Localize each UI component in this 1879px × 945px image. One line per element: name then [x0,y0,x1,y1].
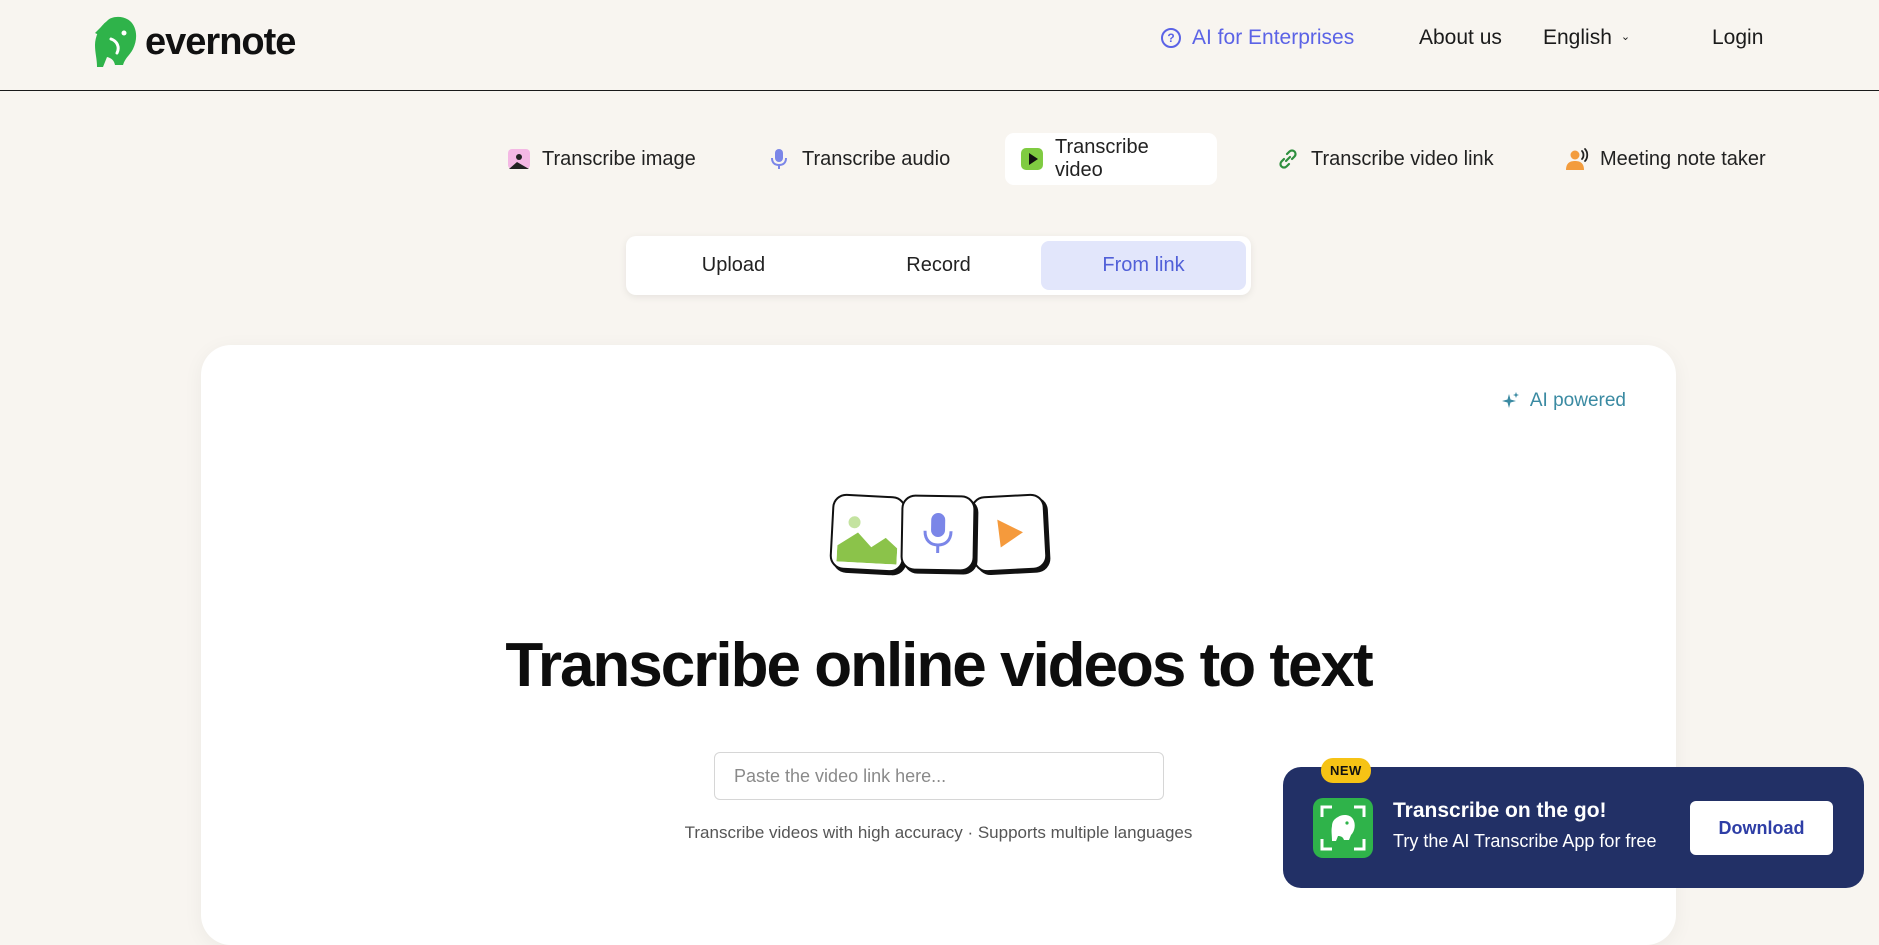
tab-label: Transcribe audio [802,148,950,171]
promo-title: Transcribe on the go! [1393,799,1607,823]
tab-label: Transcribe video [1055,136,1202,182]
ai-for-enterprises-link[interactable]: ? AI for Enterprises [1161,26,1354,50]
about-us-link[interactable]: About us [1419,26,1502,50]
evernote-logo[interactable]: evernote [93,15,295,69]
tab-label: Transcribe video link [1311,148,1494,171]
ai-enterprises-label: AI for Enterprises [1192,26,1354,50]
microphone-icon [767,147,791,171]
image-icon [507,147,531,171]
microphone-tile-icon [900,494,975,571]
top-header: evernote ? AI for Enterprises About us E… [0,0,1879,91]
chevron-down-icon: ⌄ [1621,30,1630,43]
tab-transcribe-video-link[interactable]: Transcribe video link [1261,133,1509,185]
download-button[interactable]: Download [1690,801,1833,855]
source-segmented-control: Upload Record From link [626,236,1251,295]
promo-subtitle: Try the AI Transcribe App for free [1393,831,1656,852]
video-play-icon [1020,147,1044,171]
language-selector[interactable]: English ⌄ [1543,26,1630,50]
login-link[interactable]: Login [1712,26,1763,50]
transcribe-app-icon [1313,798,1373,858]
tab-label: Meeting note taker [1600,148,1766,171]
video-link-input[interactable] [714,752,1164,800]
login-label: Login [1712,26,1763,50]
tab-label: Transcribe image [542,148,696,171]
tab-transcribe-image[interactable]: Transcribe image [492,133,711,185]
about-us-label: About us [1419,26,1502,50]
page-title: Transcribe online videos to text [201,630,1676,701]
app-promo-banner[interactable]: NEW Transcribe on the go! Try the AI Tra… [1283,767,1864,888]
new-badge: NEW [1321,758,1371,783]
ai-powered-label: AI powered [1530,390,1626,412]
image-tile-icon [829,493,907,573]
segment-record[interactable]: Record [836,241,1041,290]
link-icon [1276,147,1300,171]
tab-transcribe-audio[interactable]: Transcribe audio [752,133,965,185]
play-tile-icon [970,493,1048,573]
segment-from-link[interactable]: From link [1041,241,1246,290]
logo-text: evernote [145,21,295,64]
speaker-person-icon [1565,147,1589,171]
media-tiles-illustration [829,495,1049,575]
sparkle-icon [1501,391,1521,411]
language-label: English [1543,26,1612,50]
help-circle-icon: ? [1161,28,1181,48]
segment-upload[interactable]: Upload [631,241,836,290]
elephant-logo-icon [93,15,139,69]
tab-transcribe-video[interactable]: Transcribe video [1005,133,1217,185]
ai-powered-badge: AI powered [1501,390,1626,412]
tab-meeting-note-taker[interactable]: Meeting note taker [1550,133,1781,185]
